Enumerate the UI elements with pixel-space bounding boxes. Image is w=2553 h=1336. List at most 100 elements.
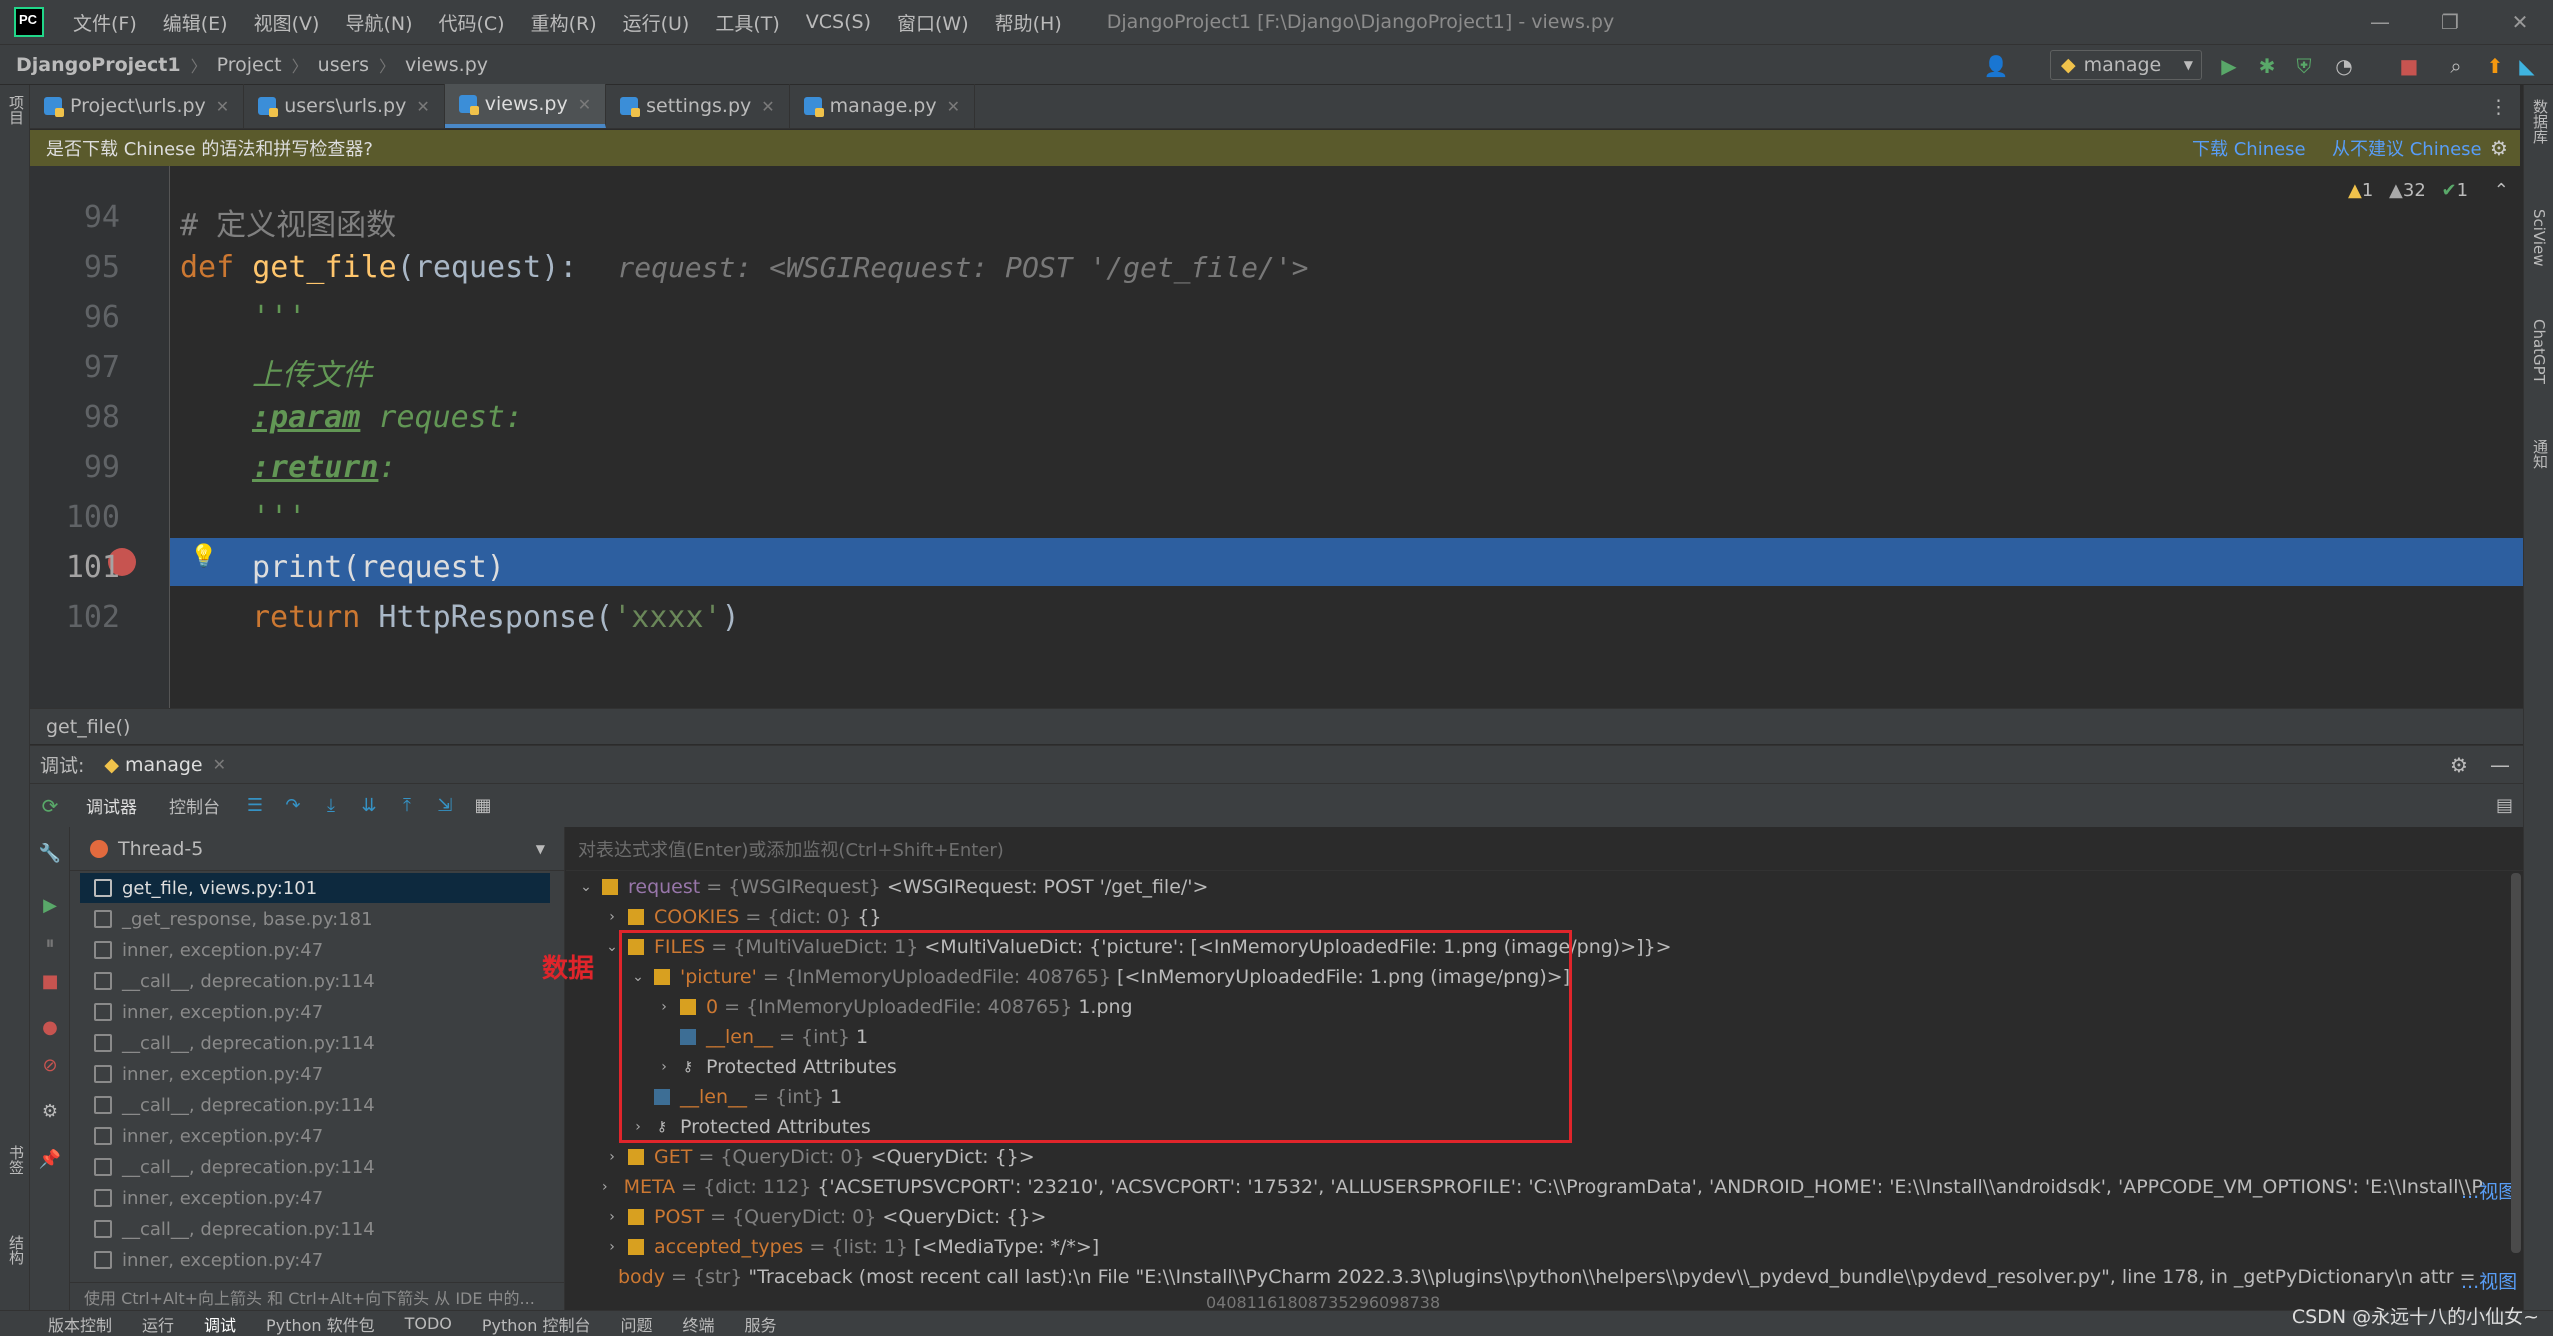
pause-icon[interactable]: ⏸ [38,931,62,955]
chevron-right-icon[interactable]: › [602,1149,622,1165]
code-editor[interactable]: 💡 94 95 96 97 98 99 100 101 102 # 定义视图函数… [30,166,2523,708]
frame-item[interactable]: __call__, deprecation.py:114 [80,1152,550,1182]
tab-project-urls[interactable]: Project\urls.py ✕ [30,84,245,128]
stop-icon[interactable]: ■ [2398,54,2420,78]
menu-navigate[interactable]: 导航(N) [332,9,425,36]
debug-icon[interactable]: ✱ [2256,54,2278,78]
tab-console[interactable]: 控制台 [153,793,236,818]
tool-services[interactable]: 服务 [744,1312,776,1336]
close-icon[interactable]: ✕ [216,97,229,116]
tool-todo[interactable]: TODO [405,1314,452,1333]
structure-tool-button[interactable]: 结构 [6,1235,27,1265]
breadcrumb-users[interactable]: users [318,54,369,76]
gear-icon[interactable]: ⚙ [2490,136,2508,160]
tab-debugger[interactable]: 调试器 [70,793,153,818]
var-body[interactable]: body = {str} "Traceback (most recent cal… [602,1262,2482,1292]
run-to-cursor-icon[interactable]: ⇲ [434,795,456,817]
mute-breakpoints-icon[interactable]: ⊘ [38,1053,62,1077]
lightbulb-icon[interactable]: 💡 [190,544,217,569]
rerun-icon[interactable]: ⟳ [30,794,70,818]
notifications-tool-button[interactable]: 通知 [2530,439,2551,469]
frame-item[interactable]: inner, exception.py:47 [80,997,550,1027]
menu-run[interactable]: 运行(U) [610,9,703,36]
maximize-icon[interactable]: ❐ [2415,0,2485,44]
var-cookies[interactable]: › COOKIES = {dict: 0} {} [602,902,881,932]
frame-item[interactable]: inner, exception.py:47 [80,1121,550,1151]
close-icon[interactable]: ✕ [578,95,591,114]
menu-window[interactable]: 窗口(W) [884,9,982,36]
plugin-icon[interactable]: ◣ [2516,54,2538,78]
project-tool-button[interactable]: 项目 [6,95,27,125]
tool-problems[interactable]: 问题 [620,1312,652,1336]
gear-icon[interactable]: ⚙ [2450,753,2468,777]
bookmarks-tool-button[interactable]: 书签 [6,1145,27,1175]
never-suggest-link[interactable]: 从不建议 Chinese [2332,135,2482,161]
pin-icon[interactable]: 📌 [38,1147,62,1171]
frame-item[interactable]: inner, exception.py:47 [80,935,550,965]
tab-users-urls[interactable]: users\urls.py ✕ [244,84,445,128]
settings-icon[interactable]: ⚙ [38,1099,62,1123]
chevron-right-icon[interactable]: › [602,1239,622,1255]
tool-terminal[interactable]: 终端 [682,1312,714,1336]
step-out-icon[interactable]: ⤒ [396,795,418,817]
list-icon[interactable]: ☰ [244,795,266,817]
chevron-down-icon[interactable]: ⌄ [576,879,596,895]
menu-file[interactable]: 文件(F) [60,9,150,36]
tool-debug[interactable]: 调试 [204,1312,236,1336]
scrollbar[interactable] [2511,873,2521,1253]
evaluate-expression-input[interactable]: 对表达式求值(Enter)或添加监视(Ctrl+Shift+Enter) [566,827,2523,871]
minimize-panel-icon[interactable]: — [2490,753,2510,777]
close-icon[interactable]: ✕ [947,97,960,116]
step-over-icon[interactable]: ↷ [282,795,304,817]
step-into-icon[interactable]: ⤓ [320,795,342,817]
step-into-my-code-icon[interactable]: ⇊ [358,795,380,817]
tool-python-packages[interactable]: Python 软件包 [266,1312,375,1336]
profile-icon[interactable]: ◔ [2333,54,2355,78]
tool-run[interactable]: 运行 [142,1312,174,1336]
current-function-label[interactable]: get_file() [46,716,130,738]
var-accepted-types[interactable]: › accepted_types = {list: 1} [<MediaType… [602,1232,1099,1262]
frame-item[interactable]: inner, exception.py:47 [80,1245,550,1275]
close-icon[interactable]: ✕ [2485,0,2553,44]
chevron-up-icon[interactable]: ⌃ [2494,180,2509,201]
update-icon[interactable]: ⬆ [2484,54,2506,78]
frame-item[interactable]: _get_response, base.py:181 [80,904,550,934]
run-icon[interactable]: ▶ [2218,54,2240,78]
menu-vcs[interactable]: VCS(S) [793,11,884,33]
var-meta[interactable]: › META = {dict: 112} {'ACSETUPSVCPORT': … [602,1172,2482,1202]
breadcrumb-project[interactable]: DjangoProject1 [16,54,181,76]
user-icon[interactable]: 👤 [1984,54,2009,78]
tool-vcs[interactable]: 版本控制 [48,1312,112,1336]
frame-item[interactable]: __call__, deprecation.py:114 [80,1214,550,1244]
tool-python-console[interactable]: Python 控制台 [482,1312,591,1336]
breadcrumb-file[interactable]: views.py [405,54,488,76]
inspection-widget[interactable]: ▲1 ▲32 ✔1 ⌃ ⌄ [2348,180,2523,201]
frame-item[interactable]: __call__, deprecation.py:114 [80,1090,550,1120]
search-icon[interactable]: ⌕ [2445,54,2467,78]
menu-refactor[interactable]: 重构(R) [518,9,610,36]
tab-manage[interactable]: manage.py ✕ [790,84,976,128]
var-post[interactable]: › POST = {QueryDict: 0} <QueryDict: {}> [602,1202,1046,1232]
tab-settings[interactable]: settings.py ✕ [606,84,790,128]
view-link[interactable]: ...视图 [2461,1267,2517,1294]
menu-edit[interactable]: 编辑(E) [150,9,241,36]
frame-item[interactable]: inner, exception.py:47 [80,1059,550,1089]
wrench-icon[interactable]: 🔧 [38,841,62,865]
close-icon[interactable]: ✕ [416,97,429,116]
var-get[interactable]: › GET = {QueryDict: 0} <QueryDict: {}> [602,1142,1034,1172]
debug-session-tab[interactable]: manage [125,754,203,776]
view-link[interactable]: ...视图 [2461,1177,2517,1204]
minimize-icon[interactable]: — [2345,0,2415,44]
chevron-right-icon[interactable]: › [602,909,622,925]
database-tool-button[interactable]: 数据库 [2530,99,2551,144]
chevron-right-icon[interactable]: › [602,1179,608,1195]
breadcrumb-folder[interactable]: Project [217,54,282,76]
resume-icon[interactable]: ▶ [38,893,62,917]
run-config-select[interactable]: ◆ manage ▼ [2050,50,2202,80]
frame-item[interactable]: get_file, views.py:101 [80,873,550,903]
stop-icon[interactable]: ■ [38,969,62,993]
chevron-right-icon[interactable]: › [602,1209,622,1225]
frame-item[interactable]: inner, exception.py:47 [80,1183,550,1213]
layout-icon[interactable]: ▤ [2496,795,2513,816]
menu-code[interactable]: 代码(C) [425,9,517,36]
